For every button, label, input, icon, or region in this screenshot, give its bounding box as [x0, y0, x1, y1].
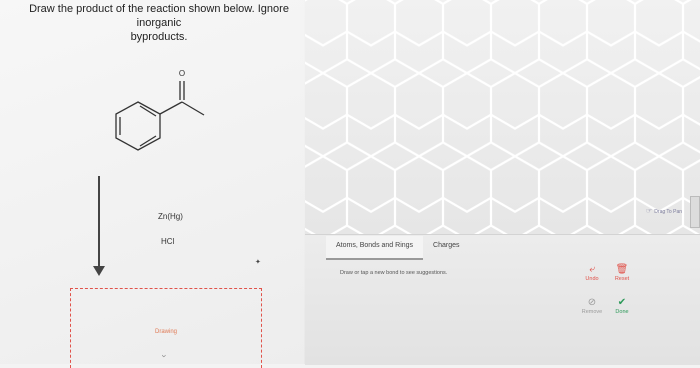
side-expand-button[interactable]	[690, 196, 700, 228]
drag-to-pan-hint[interactable]: ☞ Drag To Pan	[646, 207, 682, 215]
tab-charges[interactable]: Charges	[423, 236, 469, 258]
remove-icon: ⊘	[587, 297, 597, 308]
reaction-arrow	[93, 176, 105, 280]
answer-drawing-box[interactable]: Drawing ›	[70, 288, 262, 368]
reset-button[interactable]: 🗑 Reset	[607, 264, 637, 282]
undo-label: Undo	[585, 276, 599, 282]
remove-button[interactable]: ⊘ Remove	[577, 297, 607, 315]
reactant-structure: O	[115, 69, 205, 151]
done-label: Done	[615, 309, 629, 315]
tool-tabs: Atoms, Bonds and Rings Charges	[326, 236, 470, 260]
hex-grid	[305, 0, 700, 234]
oxygen-label: O	[179, 69, 185, 78]
hand-icon: ☞	[646, 208, 653, 215]
drawing-label: Drawing	[155, 329, 178, 335]
methyl-bond	[181, 101, 205, 116]
question-line-1: Draw the product of the reaction shown b…	[29, 3, 289, 29]
undo-button[interactable]: ⤶ Undo	[577, 264, 607, 282]
suggestion-hint: Draw or tap a new bond to see suggestion…	[340, 270, 448, 276]
tab-atoms-bonds-rings[interactable]: Atoms, Bonds and Rings	[326, 236, 424, 260]
ring-carbonyl-bond	[159, 101, 183, 115]
trash-icon: 🗑	[615, 264, 629, 275]
drag-to-pan-label: Drag To Pan	[654, 209, 682, 215]
question-text: Draw the product of the reaction shown b…	[14, 2, 304, 44]
drawing-canvas[interactable]: ☞ Drag To Pan	[305, 0, 700, 234]
check-circle-icon: ✔	[617, 297, 627, 308]
reset-label: Reset	[614, 276, 630, 282]
chevron-down-icon[interactable]: ›	[160, 355, 170, 358]
done-button[interactable]: ✔ Done	[607, 297, 637, 315]
reagent-zn-hg: Zn(Hg)	[158, 212, 183, 221]
remove-label: Remove	[581, 309, 603, 315]
question-line-2: byproducts.	[130, 31, 188, 43]
question-panel: Draw the product of the reaction shown b…	[0, 0, 304, 368]
undo-icon: ⤶	[589, 264, 595, 275]
benzene-ring	[115, 101, 161, 151]
mouse-cursor-icon: ✦	[255, 259, 261, 266]
reagent-hcl: HCl	[161, 237, 175, 246]
